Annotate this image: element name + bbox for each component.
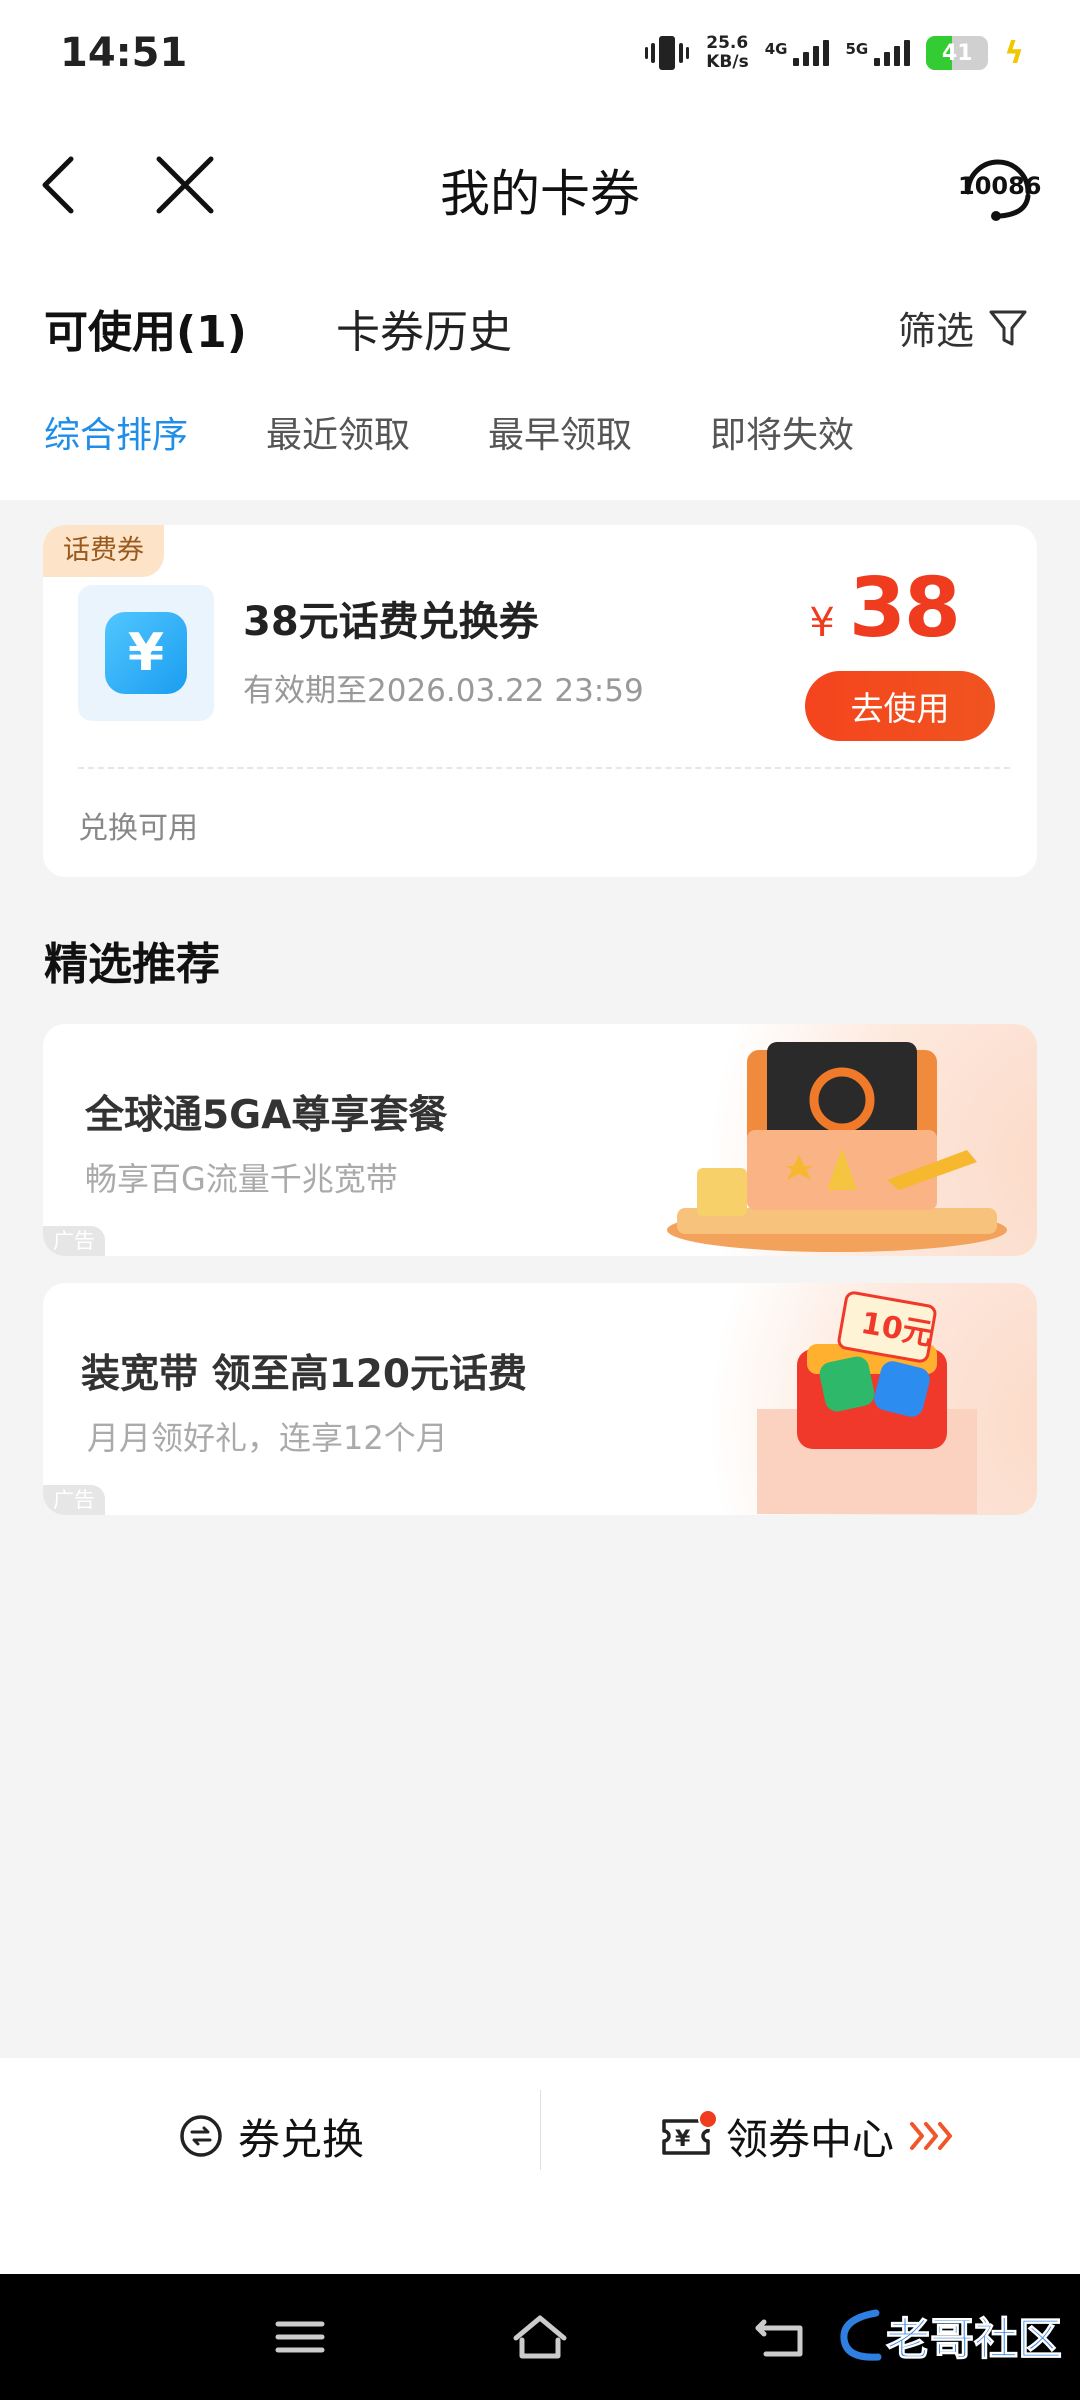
net-speed-unit: KB/s <box>706 52 749 72</box>
battery-level: 41 <box>941 40 973 66</box>
filter-label: 筛选 <box>897 309 974 353</box>
coupon-name: 38元话费兑换券 <box>243 599 539 645</box>
coupon-divider <box>78 767 1010 769</box>
price-amount: 38 <box>848 561 961 656</box>
gift-package-illustration <box>667 1042 1007 1252</box>
price-currency: ¥ <box>809 600 835 646</box>
exchange-icon <box>180 2115 222 2157</box>
sim2-type: 5G <box>845 40 869 58</box>
ticket-glyph: ¥ <box>675 2127 691 2152</box>
tab-available[interactable]: 可使用(1) <box>44 296 247 360</box>
action-divider <box>540 2090 541 2170</box>
status-bar: 14:51 25.6 KB/s 4G 5G 41 ϟ <box>0 0 1080 110</box>
coupon-expiry: 有效期至2026.03.22 23:59 <box>243 673 644 709</box>
battery-icon: 41 <box>926 36 989 70</box>
triple-chevron-icon <box>910 2122 953 2150</box>
coupon-tag: 话费券 <box>43 525 164 577</box>
menu-icon <box>275 2321 325 2353</box>
sort-options: 综合排序 最近领取 最早领取 即将失效 <box>0 400 1080 460</box>
sort-earliest[interactable]: 最早领取 <box>488 406 632 458</box>
gift-box-illustration: 10元 <box>757 1291 977 1514</box>
status-time: 14:51 <box>60 30 188 76</box>
recommend-title: 精选推荐 <box>44 939 220 990</box>
sort-recent[interactable]: 最近领取 <box>266 406 410 458</box>
sort-comprehensive[interactable]: 综合排序 <box>44 406 188 458</box>
coupon-card[interactable]: 话费券 ¥ 38元话费兑换券 有效期至2026.03.22 23:59 ¥ 38… <box>43 525 1037 877</box>
ad-badge: 广告 <box>43 1485 105 1515</box>
ad-subtitle: 月月领好礼，连享12个月 <box>87 1419 448 1457</box>
net-speed-value: 25.6 <box>706 33 749 53</box>
ad-badge: 广告 <box>43 1226 105 1256</box>
charging-bolt-icon: ϟ <box>1004 35 1024 71</box>
tab-history[interactable]: 卡券历史 <box>336 296 512 360</box>
filter-icon <box>989 310 1027 345</box>
system-nav-bar: 老哥社区 <box>0 2274 1080 2400</box>
menu-nav-button[interactable] <box>270 2312 330 2362</box>
watermark-logo: 老哥社区 <box>836 2300 1063 2370</box>
ad-title: 全球通5GA尊享套餐 <box>85 1093 448 1138</box>
tabs: 可使用(1) 卡券历史 筛选 <box>0 290 1080 360</box>
exchange-coupon-button[interactable]: 券兑换 <box>178 2106 364 2166</box>
exchange-label: 券兑换 <box>238 2114 365 2164</box>
home-nav-button[interactable] <box>510 2312 570 2362</box>
coupon-icon-box: ¥ <box>78 585 214 721</box>
coupon-ticket-icon: ¥ <box>660 2109 718 2159</box>
yuan-icon: ¥ <box>105 612 187 694</box>
dragon-logo-icon <box>840 2309 882 2361</box>
ad-subtitle: 畅享百G流量千兆宽带 <box>85 1160 398 1198</box>
coupon-center-button[interactable]: ¥ 领券中心 <box>660 2106 958 2166</box>
use-coupon-button[interactable]: 去使用 <box>805 671 995 741</box>
service-number: 10086 <box>958 172 1042 200</box>
coupon-center-label: 领券中心 <box>726 2114 895 2164</box>
back-nav-button[interactable] <box>750 2312 810 2362</box>
back-nav-icon <box>755 2319 803 2357</box>
vibrate-icon <box>645 36 690 70</box>
bottom-action-bar: 券兑换 ¥ 领券中心 <box>0 2058 1080 2274</box>
coupon-price: ¥ 38 <box>809 561 961 656</box>
sim1-type: 4G <box>764 40 788 58</box>
ad-title: 装宽带 领至高120元话费 <box>81 1352 527 1397</box>
signal-sim1: 4G <box>765 40 830 66</box>
customer-service-button[interactable]: 10086 <box>958 146 1042 226</box>
sort-expiring[interactable]: 即将失效 <box>710 406 854 458</box>
filter-button[interactable]: 筛选 <box>898 300 1028 355</box>
signal-sim2: 5G <box>845 40 911 66</box>
header: 我的卡券 10086 <box>0 130 1080 240</box>
ad-banner-broadband[interactable]: 10元 装宽带 领至高120元话费 月月领好礼，连享12个月 广告 <box>43 1283 1037 1515</box>
coupon-footer: 兑换可用 <box>78 811 198 846</box>
ad-banner-5ga[interactable]: 全球通5GA尊享套餐 畅享百G流量千兆宽带 广告 <box>43 1024 1037 1256</box>
home-icon <box>513 2315 567 2359</box>
page-title: 我的卡券 <box>440 165 640 223</box>
notification-dot <box>698 2109 718 2129</box>
net-speed: 25.6 KB/s <box>706 34 748 72</box>
status-icons: 25.6 KB/s 4G 5G 41 ϟ <box>644 28 1024 78</box>
watermark-text: 老哥社区 <box>886 2314 1063 2366</box>
